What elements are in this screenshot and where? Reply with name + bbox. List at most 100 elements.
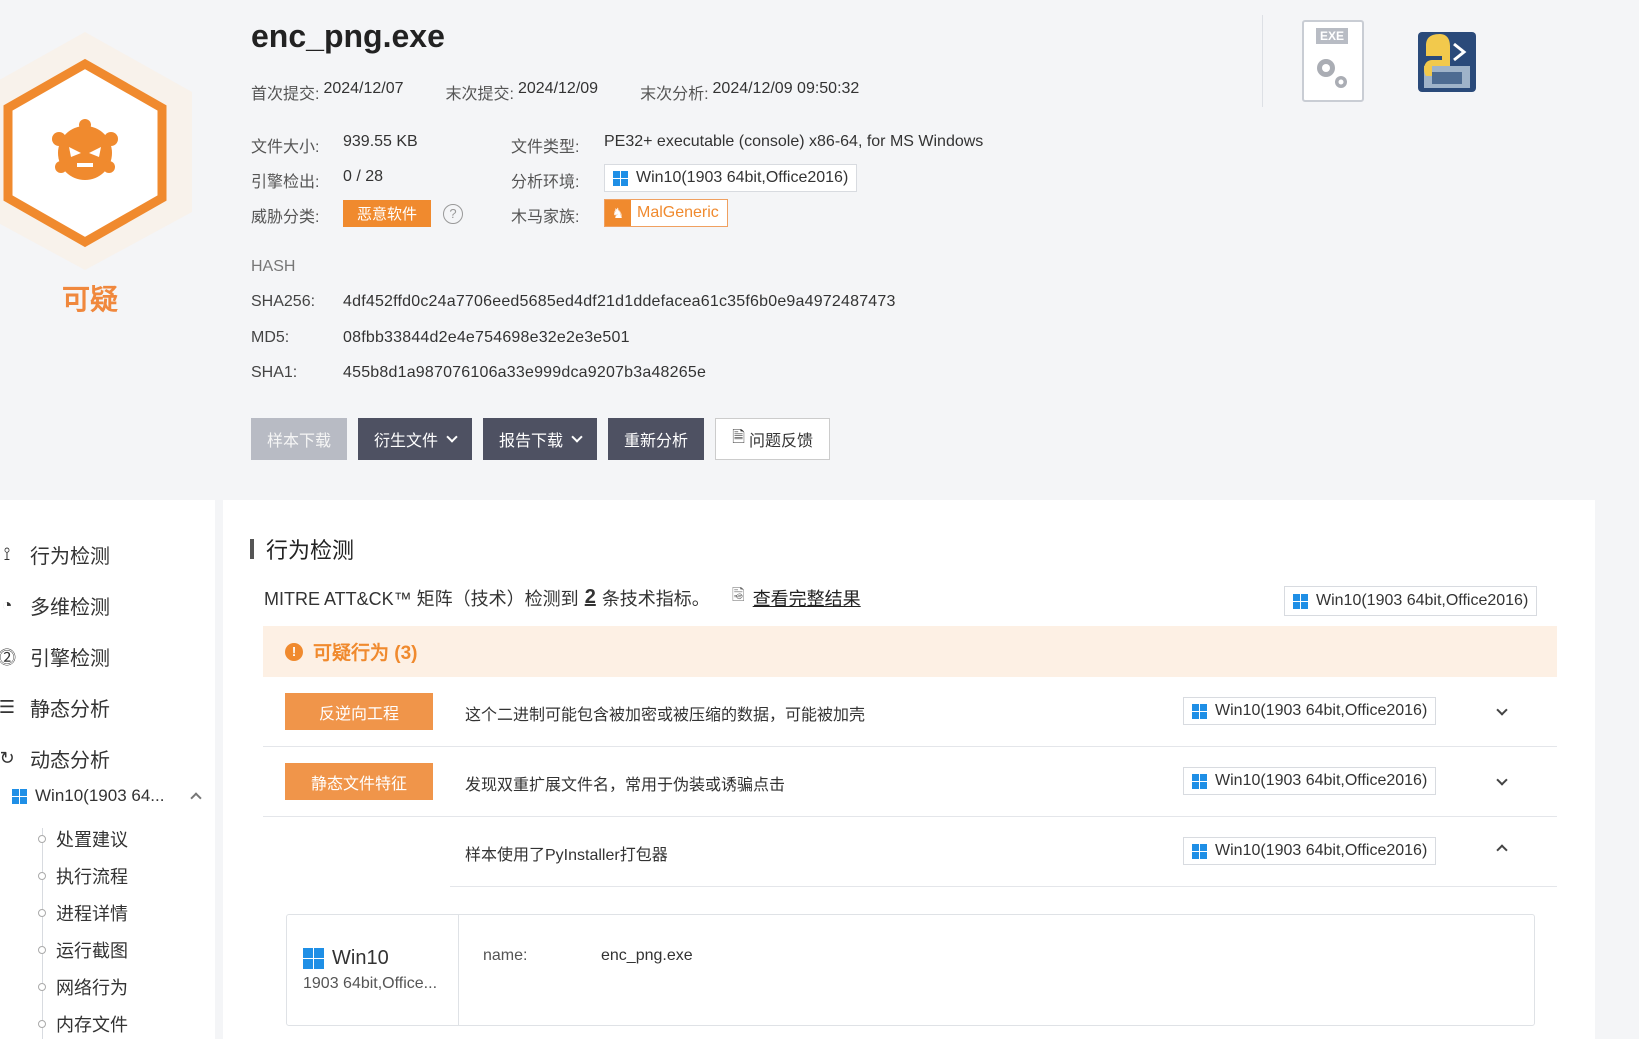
hash-heading: HASH [251, 258, 296, 275]
detail-name-value: enc_png.exe [601, 947, 693, 964]
sidebar-item-multidim[interactable]: ◔ 多维检测 [0, 591, 110, 620]
sha1-label: SHA1: [251, 364, 298, 381]
last-analysis-label: 末次分析: [640, 86, 709, 103]
behavior-desc: 样本使用了PyInstaller打包器 [465, 847, 668, 864]
engine-detect-value: 0 / 28 [343, 168, 384, 185]
last-submit-value: 2024/12/09 [517, 80, 599, 97]
mitre-prefix: MITRE ATT&CK™ 矩阵（技术）检测到 [264, 588, 579, 609]
help-icon[interactable]: ? [443, 203, 464, 224]
first-submit-value: 2024/12/07 [323, 80, 404, 97]
tree-dot [38, 835, 46, 843]
suspicious-behavior-header[interactable]: ! 可疑行为 (3) [263, 626, 1557, 677]
analysis-env-value: Win10(1903 64bit,Office2016) [636, 169, 849, 186]
report-download-button[interactable]: 报告下载 [483, 418, 598, 460]
detail-os: Win10 [303, 947, 389, 970]
row-divider [450, 886, 1557, 887]
submission-dates: 首次提交: 2024/12/07 末次提交: 2024/12/09 末次分析: … [251, 80, 859, 104]
warning-icon: ! [285, 642, 303, 661]
chevron-down-icon [571, 431, 583, 443]
expand-toggle[interactable] [1496, 701, 1508, 719]
tree-item-memory[interactable]: 内存文件 [56, 1011, 128, 1037]
sidebar-item-label: 引擎检测 [30, 648, 110, 670]
sidebar-env-item[interactable]: Win10(1903 64... [12, 786, 203, 806]
derived-files-label: 衍生文件 [374, 433, 439, 450]
section-env-value: Win10(1903 64bit,Office2016) [1316, 592, 1529, 609]
tree-dot [38, 872, 46, 880]
behavior-desc: 这个二进制可能包含被加密或被压缩的数据，可能被加壳 [465, 707, 866, 724]
tree-item-flow[interactable]: 执行流程 [56, 863, 128, 889]
behavior-row[interactable]: 反逆向工程 这个二进制可能包含被加密或被压缩的数据，可能被加壳 Win10(19… [263, 677, 1557, 747]
list-icon: ☰ [0, 697, 16, 717]
tree-item-process[interactable]: 进程详情 [56, 900, 128, 926]
exe-file-icon: EXE [1302, 20, 1364, 102]
engine-detect-label: 引擎检出: [251, 174, 320, 191]
behavior-row[interactable]: 静态文件特征 发现双重扩展文件名，常用于伪装或诱骗点击 Win10(1903 6… [263, 747, 1557, 817]
tree-item-suggestion[interactable]: 处置建议 [56, 826, 128, 852]
section-env-badge: Win10(1903 64bit,Office2016) [1284, 586, 1538, 616]
analysis-env-label: 分析环境: [511, 174, 580, 191]
sample-download-button[interactable]: 样本下载 [251, 418, 348, 460]
feedback-icon: 🗎 [732, 428, 745, 446]
md5-label: MD5: [251, 329, 290, 346]
windows-icon [613, 170, 628, 186]
behavior-env-badge: Win10(1903 64bit,Office2016) [1183, 767, 1437, 795]
windows-icon [12, 788, 27, 804]
chevron-up-icon[interactable] [190, 792, 203, 804]
file-size-label: 文件大小: [251, 139, 320, 156]
behavior-env-value: Win10(1903 64bit,Office2016) [1215, 702, 1428, 719]
collapse-toggle[interactable] [1496, 841, 1508, 859]
mitre-summary: MITRE ATT&CK™ 矩阵（技术）检测到 2 条技术指标。 🗟 查看完整结… [264, 584, 861, 611]
windows-icon [1192, 773, 1207, 789]
report-download-label: 报告下载 [499, 433, 564, 450]
sha256-label: SHA256: [251, 293, 316, 310]
behavior-desc: 发现双重扩展文件名，常用于伪装或诱骗点击 [465, 777, 786, 794]
first-submit-label: 首次提交: [251, 86, 320, 103]
trojan-family-value: MalGeneric [637, 204, 719, 221]
sidebar-item-engine[interactable]: ⓶ 引擎检测 [0, 642, 110, 671]
detail-os-sub: 1903 64bit,Office... [303, 975, 438, 992]
windows-icon [1293, 593, 1308, 609]
chevron-up-icon [1496, 844, 1508, 856]
windows-icon [1192, 703, 1207, 719]
tree-item-screenshot[interactable]: 运行截图 [56, 937, 128, 963]
trojan-family-tag[interactable]: ♞ MalGeneric [604, 199, 728, 227]
tree-line [42, 828, 43, 1039]
sidebar-item-label: 多维检测 [30, 597, 110, 619]
md5-value: 08fbb33844d2e4e754698e32e2e3e501 [343, 329, 630, 346]
behavior-env-badge: Win10(1903 64bit,Office2016) [1183, 837, 1437, 865]
horse-icon: ♞ [605, 200, 631, 226]
chevron-down-icon [446, 431, 458, 443]
sidebar-item-label: 静态分析 [30, 699, 110, 721]
sidebar-item-static[interactable]: ☰ 静态分析 [0, 693, 110, 722]
sidebar-item-behavior[interactable]: ⟟ 行为检测 [0, 540, 110, 569]
feedback-label: 问题反馈 [748, 433, 813, 450]
cycle-icon: ↻ [0, 748, 15, 768]
derived-files-button[interactable]: 衍生文件 [358, 418, 473, 460]
trojan-family-label: 木马家族: [511, 209, 580, 226]
feedback-button[interactable]: 🗎 问题反馈 [715, 418, 830, 460]
file-type-value: PE32+ executable (console) x86-64, for M… [604, 133, 984, 150]
tree-dot [38, 909, 46, 917]
view-full-results-link[interactable]: 查看完整结果 [753, 585, 861, 611]
tree-item-network[interactable]: 网络行为 [56, 974, 128, 1000]
behavior-env-badge: Win10(1903 64bit,Office2016) [1183, 697, 1437, 725]
section-title-text: 行为检测 [266, 538, 355, 563]
reanalyze-button[interactable]: 重新分析 [608, 418, 705, 460]
sidebar-item-label: 动态分析 [30, 750, 110, 772]
windows-icon [1192, 843, 1207, 859]
activity-icon: ⟟ [3, 544, 11, 564]
section-bar [250, 539, 254, 559]
behavior-row[interactable]: 样本使用了PyInstaller打包器 Win10(1903 64bit,Off… [263, 817, 1557, 887]
last-submit-label: 末次提交: [445, 86, 514, 103]
windows-icon [303, 948, 324, 969]
sidebar-item-dynamic[interactable]: ↻ 动态分析 [0, 744, 110, 773]
detail-os-panel: Win10 1903 64bit,Office... [287, 915, 459, 1025]
suspicious-behavior-title: 可疑行为 (3) [313, 643, 418, 664]
expand-toggle[interactable] [1496, 771, 1508, 789]
last-analysis-value: 2024/12/09 09:50:32 [712, 80, 860, 97]
file-header: 可疑 enc_png.exe 首次提交: 2024/12/07 末次提交: 20… [0, 0, 1639, 490]
tree-dot [38, 946, 46, 954]
sha256-value: 4df452ffd0c24a7706eed5685ed4df21d1ddefac… [343, 293, 896, 310]
verdict-badge-icon [0, 30, 200, 270]
file-type-label: 文件类型: [511, 139, 580, 156]
